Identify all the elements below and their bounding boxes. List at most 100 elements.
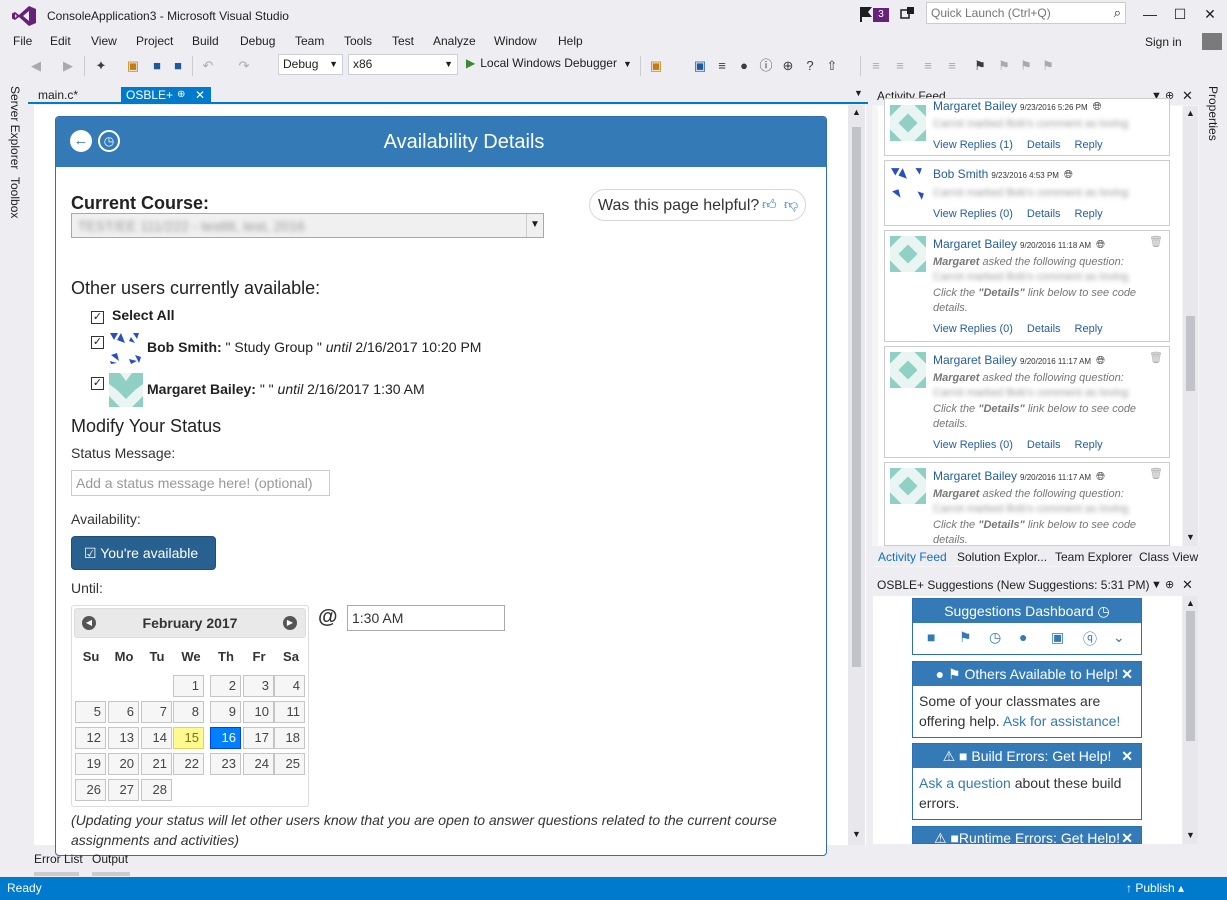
menu-tools[interactable]: Tools bbox=[344, 34, 372, 48]
trash-icon[interactable]: 🗑︎ bbox=[1149, 467, 1163, 480]
calendar-day[interactable]: 18 bbox=[274, 727, 305, 749]
close-icon[interactable]: ✕ bbox=[195, 87, 205, 103]
pin-icon[interactable]: ⊕ bbox=[1165, 578, 1174, 591]
user-checkbox-bob-smith[interactable]: ✓ bbox=[91, 336, 104, 349]
clear-bookmarks-icon[interactable]: ⚑ bbox=[1040, 58, 1056, 74]
pin-icon[interactable]: ⊕ bbox=[177, 87, 185, 103]
clock-icon[interactable]: ◷ bbox=[989, 629, 1001, 646]
calendar-day[interactable]: 13 bbox=[108, 727, 139, 749]
menu-edit[interactable]: Edit bbox=[50, 34, 71, 48]
osble-icon[interactable]: ▣ bbox=[692, 58, 708, 74]
tab-osble[interactable]: OSBLE+ ⊕ ✕ bbox=[121, 87, 211, 104]
menu-file[interactable]: File bbox=[13, 34, 32, 48]
reply-link[interactable]: Reply bbox=[1075, 323, 1103, 335]
bookmark-icon[interactable]: ⚑ bbox=[972, 58, 988, 74]
new-project-icon[interactable]: ✦ bbox=[93, 58, 109, 74]
scroll-up-icon[interactable]: ▲ bbox=[852, 107, 861, 117]
menu-help[interactable]: Help bbox=[558, 34, 583, 48]
reply-link[interactable]: Reply bbox=[1075, 208, 1103, 220]
menu-view[interactable]: View bbox=[91, 34, 117, 48]
tab-main-c[interactable]: main.c* bbox=[32, 87, 84, 104]
menu-build[interactable]: Build bbox=[192, 34, 219, 48]
post-author-name[interactable]: Bob Smith bbox=[933, 167, 988, 181]
calendar-day[interactable]: 23 bbox=[210, 753, 241, 775]
chevron-down-icon[interactable]: ▼ bbox=[854, 88, 863, 98]
calendar-day[interactable]: 22 bbox=[173, 753, 204, 775]
tab-activity-feed[interactable]: Activity Feed bbox=[878, 550, 947, 564]
post-author-name[interactable]: Margaret Bailey bbox=[933, 99, 1017, 113]
notification-count-badge[interactable]: 3 bbox=[873, 8, 889, 22]
tab-solution-explorer[interactable]: Solution Explor... bbox=[957, 550, 1047, 564]
undo-icon[interactable]: ↶ bbox=[200, 58, 216, 74]
calendar-day[interactable]: 21 bbox=[141, 753, 172, 775]
user-checkbox-margaret-bailey[interactable]: ✓ bbox=[91, 377, 104, 390]
view-replies-link[interactable]: View Replies (1) bbox=[933, 139, 1013, 151]
close-icon[interactable]: ✕ bbox=[1121, 827, 1133, 843]
time-input[interactable] bbox=[347, 605, 505, 631]
calendar-day[interactable]: 25 bbox=[274, 753, 305, 775]
tab-team-explorer[interactable]: Team Explorer bbox=[1055, 550, 1132, 564]
calendar-day[interactable]: 8 bbox=[173, 701, 204, 723]
tab-error-list[interactable]: Error List bbox=[34, 852, 83, 866]
outdent-icon[interactable]: ≡ bbox=[920, 58, 936, 74]
calendar-day[interactable]: 3 bbox=[243, 675, 274, 697]
activity-feed-scrollbar[interactable]: ▲ ▼ bbox=[1183, 106, 1198, 546]
configuration-dropdown[interactable]: Debug ▼ bbox=[278, 54, 343, 75]
scroll-up-icon[interactable]: ▲ bbox=[1186, 108, 1195, 118]
scrollbar-thumb[interactable] bbox=[1186, 611, 1195, 741]
next-bookmark-icon[interactable]: ⚑ bbox=[1018, 58, 1034, 74]
calendar-day[interactable]: 28 bbox=[141, 779, 172, 801]
post-author[interactable]: Margaret Bailey 9/23/2016 5:26 PM 🌐︎ bbox=[933, 99, 1101, 114]
details-link[interactable]: Details bbox=[1027, 323, 1061, 335]
thumbs-up-icon[interactable]: 👍︎ bbox=[762, 196, 777, 213]
toolbox-tab[interactable]: Toolbox bbox=[8, 177, 22, 218]
redo-icon[interactable]: ↷ bbox=[236, 58, 252, 74]
navigate-forward-icon[interactable]: ▶ bbox=[60, 58, 76, 74]
calendar-day[interactable]: 20 bbox=[108, 753, 139, 775]
question-icon[interactable]: ? bbox=[802, 58, 818, 74]
calendar-day[interactable]: 27 bbox=[108, 779, 139, 801]
details-link[interactable]: Details bbox=[1027, 208, 1061, 220]
scroll-down-icon[interactable]: ▼ bbox=[1186, 830, 1195, 840]
start-debugging-button[interactable]: ▶ Local Windows Debugger ▼ bbox=[466, 56, 632, 70]
globe-icon[interactable]: ⊕ bbox=[780, 58, 796, 74]
user-icon[interactable]: ● bbox=[736, 58, 752, 74]
calendar-day[interactable]: 14 bbox=[141, 727, 172, 749]
comment-icon[interactable]: ■ bbox=[927, 629, 935, 645]
post-author[interactable]: Margaret Bailey 9/20/2016 11:18 AM 🌐︎ bbox=[933, 237, 1105, 252]
account-icon[interactable] bbox=[1202, 33, 1222, 50]
feedback-icon[interactable] bbox=[900, 6, 916, 22]
post-author-name[interactable]: Margaret Bailey bbox=[933, 237, 1017, 251]
calendar-day[interactable]: 7 bbox=[141, 701, 172, 723]
scroll-down-icon[interactable]: ▼ bbox=[1186, 532, 1195, 542]
ask-for-assistance-link[interactable]: Ask for assistance! bbox=[1003, 713, 1121, 729]
select-all-checkbox[interactable]: ✓ bbox=[91, 311, 104, 324]
calendar-day[interactable]: 12 bbox=[75, 727, 106, 749]
details-link[interactable]: Details bbox=[1027, 439, 1061, 451]
scroll-up-icon[interactable]: ▲ bbox=[1186, 598, 1195, 608]
indent-icon[interactable]: ≡ bbox=[944, 58, 960, 74]
open-file-icon[interactable]: ▣ bbox=[125, 58, 141, 74]
maximize-button[interactable]: ☐ bbox=[1165, 4, 1195, 26]
calendar-day[interactable]: 2 bbox=[210, 675, 241, 697]
menu-test[interactable]: Test bbox=[392, 34, 414, 48]
available-toggle-button[interactable]: ☑ You're available bbox=[71, 536, 216, 570]
previous-bookmark-icon[interactable]: ⚑ bbox=[996, 58, 1012, 74]
next-month-icon[interactable]: ▶ bbox=[283, 616, 297, 630]
calendar-day[interactable]: 4 bbox=[274, 675, 305, 697]
upload-icon[interactable]: ⇧ bbox=[824, 58, 840, 74]
question-circle-icon[interactable]: ⓠ bbox=[1083, 629, 1097, 649]
scroll-down-icon[interactable]: ▼ bbox=[852, 829, 861, 839]
publish-button[interactable]: ↑ Publish ▴ bbox=[1126, 881, 1184, 895]
calendar-day[interactable]: 17 bbox=[243, 727, 274, 749]
scrollbar-thumb[interactable] bbox=[1186, 316, 1195, 391]
navigate-back-icon[interactable]: ◀ bbox=[28, 58, 44, 74]
view-replies-link[interactable]: View Replies (0) bbox=[933, 323, 1013, 335]
menu-project[interactable]: Project bbox=[136, 34, 173, 48]
scrollbar-thumb[interactable] bbox=[852, 127, 861, 667]
ask-a-question-link[interactable]: Ask a question bbox=[919, 775, 1011, 791]
inbox-icon[interactable]: ▣ bbox=[1051, 629, 1064, 646]
document-icon[interactable]: ≡ bbox=[714, 58, 730, 74]
flag-icon[interactable]: ⚑ bbox=[959, 629, 972, 646]
help-circle-icon[interactable]: ⓘ bbox=[758, 58, 774, 74]
